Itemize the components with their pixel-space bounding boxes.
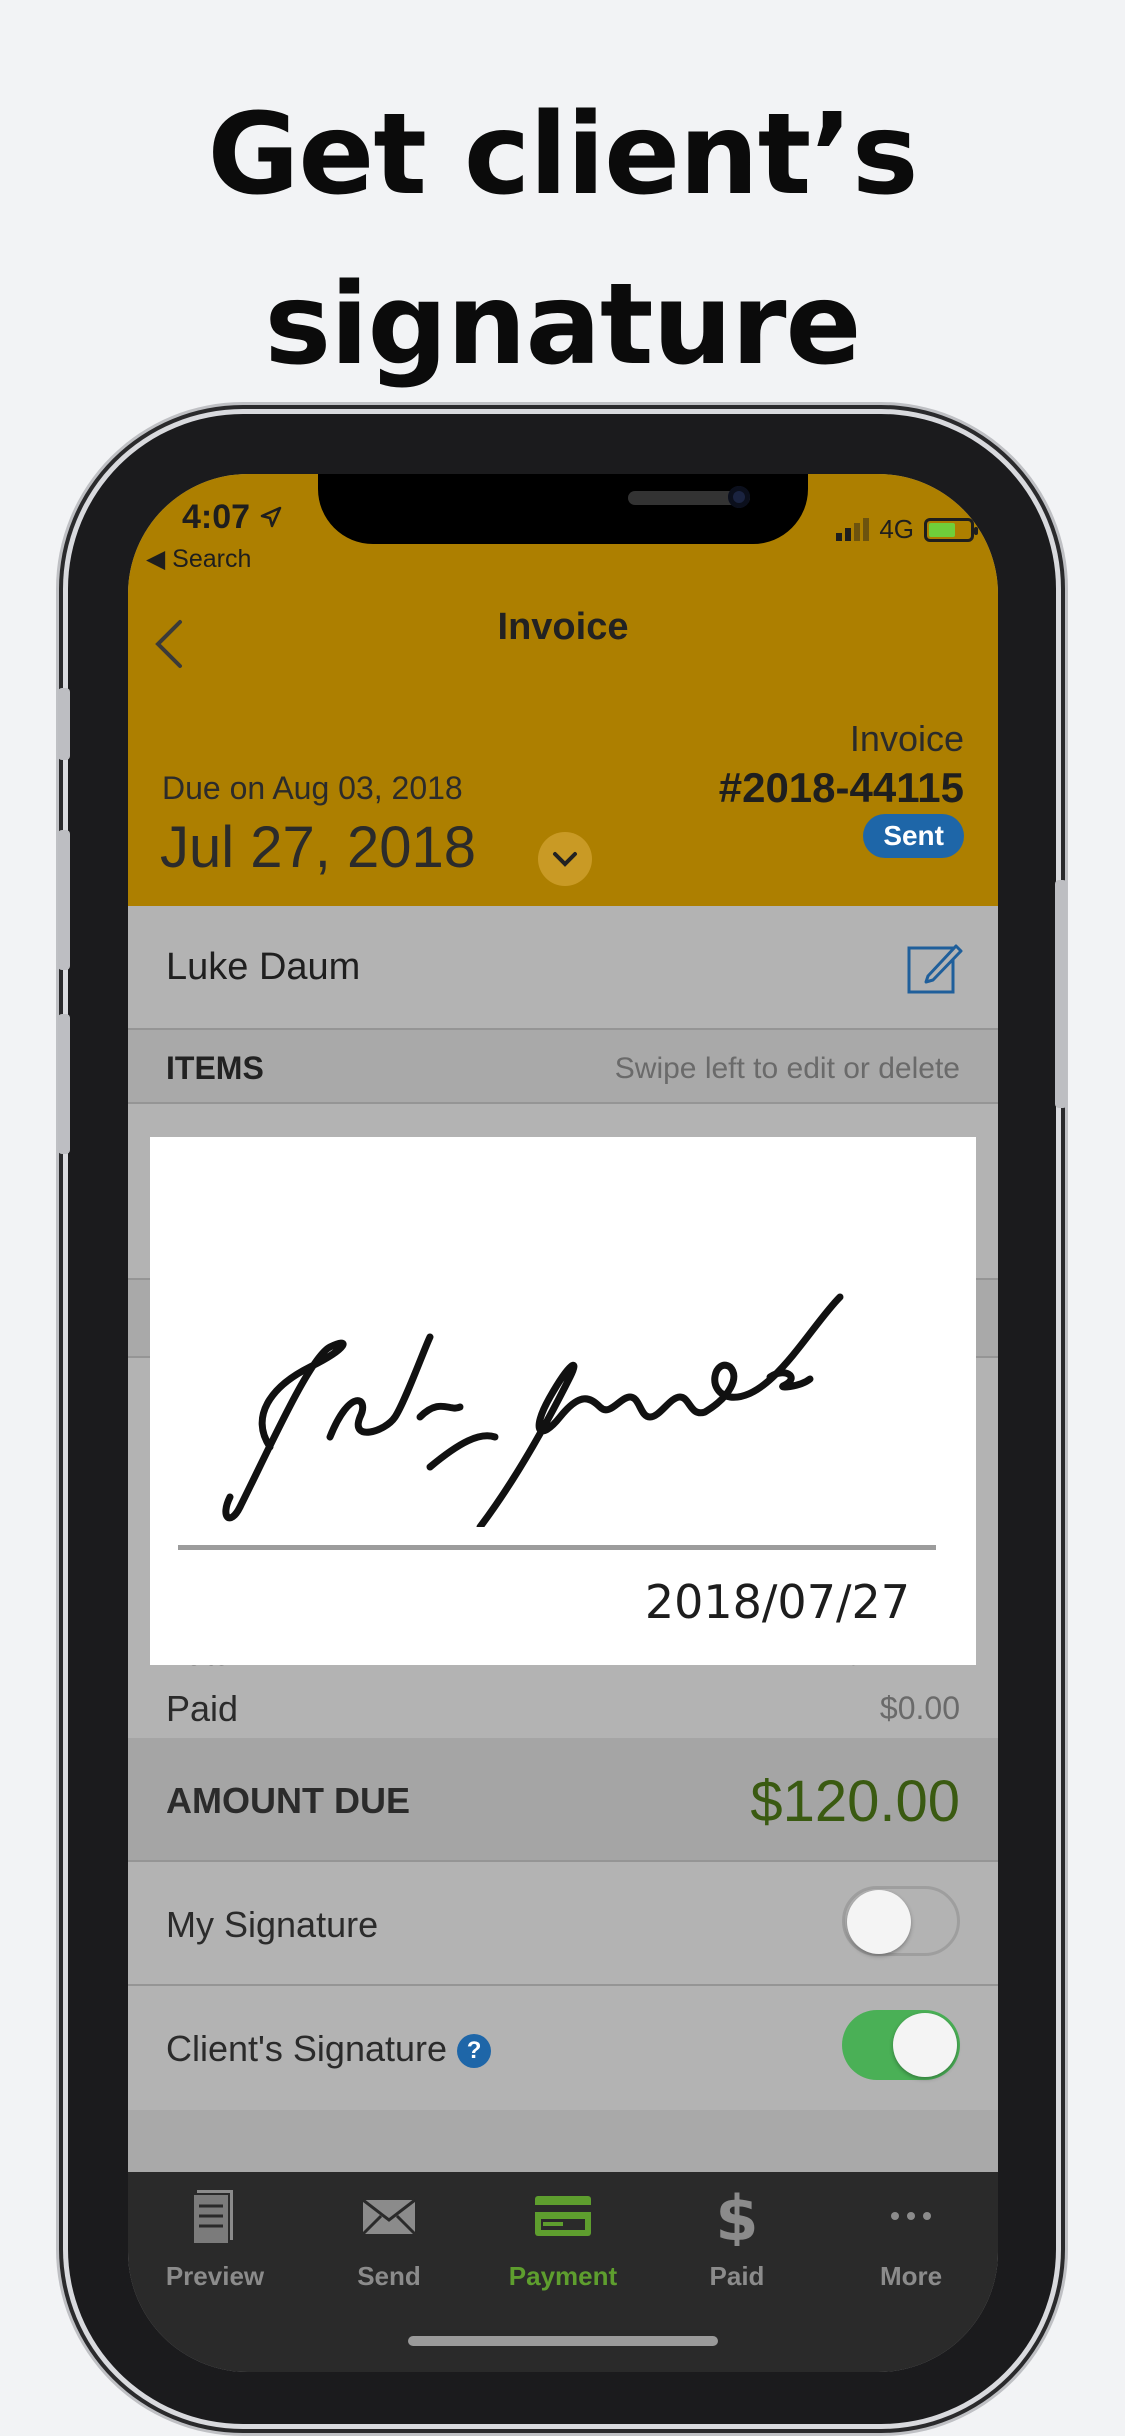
- credit-card-icon: [535, 2196, 591, 2236]
- tab-send-label: Send: [357, 2261, 421, 2291]
- signature-card[interactable]: 2018/07/27: [150, 1137, 976, 1665]
- tab-preview-label: Preview: [165, 2261, 265, 2291]
- tab-payment-label: Payment: [508, 2261, 618, 2291]
- chevron-down-icon: [553, 852, 577, 867]
- power-button: [1055, 880, 1067, 1108]
- amount-due-value: $120.00: [750, 1769, 960, 1834]
- page-title: Invoice: [497, 606, 629, 648]
- svg-text:$: $: [715, 2186, 758, 2246]
- client-signature-toggle[interactable]: [842, 2010, 960, 2080]
- headline: Get client’s signature: [0, 70, 1125, 410]
- client-row[interactable]: Luke Daum: [128, 906, 998, 1030]
- mute-switch: [58, 688, 70, 760]
- items-section-header: ITEMS Swipe left to edit or delete: [128, 1030, 998, 1104]
- tab-paid[interactable]: $ Paid: [650, 2182, 824, 2296]
- envelope-icon: [361, 2198, 417, 2236]
- client-signature-label: Client's Signature?: [166, 2028, 492, 2070]
- front-camera: [728, 486, 750, 508]
- tab-payment[interactable]: Payment: [476, 2186, 650, 2296]
- volume-up-button: [58, 830, 70, 970]
- client-name: Luke Daum: [166, 946, 361, 988]
- my-signature-row: My Signature: [128, 1862, 998, 1986]
- signature-line: [178, 1545, 936, 1550]
- signature-date: 2018/07/27: [644, 1575, 910, 1629]
- items-hint: Swipe left to edit or delete: [614, 1052, 960, 1085]
- more-icon: [891, 2212, 931, 2220]
- tab-paid-label: Paid: [709, 2261, 765, 2291]
- invoice-number[interactable]: #2018-44115: [719, 764, 964, 812]
- volume-down-button: [58, 1014, 70, 1154]
- back-to-search-link[interactable]: ◀ Search: [146, 544, 251, 574]
- paid-value: $0.00: [879, 1690, 960, 1726]
- tab-preview[interactable]: Preview: [128, 2186, 302, 2296]
- my-signature-toggle[interactable]: [842, 1886, 960, 1956]
- client-signature-row: Client's Signature?: [128, 1986, 998, 2110]
- tab-more[interactable]: More: [824, 2186, 998, 2296]
- due-date-label: Due on Aug 03, 2018: [162, 770, 463, 806]
- items-label: ITEMS: [166, 1050, 264, 1086]
- expand-button[interactable]: [538, 832, 592, 886]
- document-icon: [192, 2190, 233, 2245]
- tab-send[interactable]: Send: [302, 2186, 476, 2296]
- headline-line-2: signature: [264, 260, 861, 390]
- paid-label: Paid: [166, 1688, 239, 1729]
- my-signature-label: My Signature: [166, 1904, 379, 1945]
- client-signature-drawing: [222, 1293, 844, 1527]
- status-indicators: 4G: [836, 514, 978, 545]
- dollar-icon: $: [715, 2182, 758, 2255]
- tab-more-label: More: [879, 2261, 943, 2291]
- signal-icon: [836, 518, 870, 541]
- status-badge: Sent: [863, 814, 964, 858]
- battery-icon: [924, 517, 978, 542]
- invoice-label: Invoice: [849, 718, 964, 759]
- home-indicator[interactable]: [408, 2336, 718, 2346]
- network-label: 4G: [879, 514, 914, 544]
- help-icon[interactable]: ?: [457, 2034, 492, 2069]
- amount-due-row: AMOUNT DUE $120.00: [128, 1738, 998, 1862]
- notch: [318, 474, 808, 544]
- amount-due-label: AMOUNT DUE: [166, 1780, 410, 1821]
- edit-icon[interactable]: [906, 938, 964, 996]
- invoice-date[interactable]: Jul 27, 2018: [160, 814, 476, 881]
- status-time: 4:07: [182, 498, 282, 537]
- headline-line-1: Get client’s: [207, 90, 918, 220]
- location-arrow-icon: [260, 506, 281, 528]
- invoice-header: 4:07 ◀ Search 4G Invoice Due on Aug 03, …: [128, 474, 998, 906]
